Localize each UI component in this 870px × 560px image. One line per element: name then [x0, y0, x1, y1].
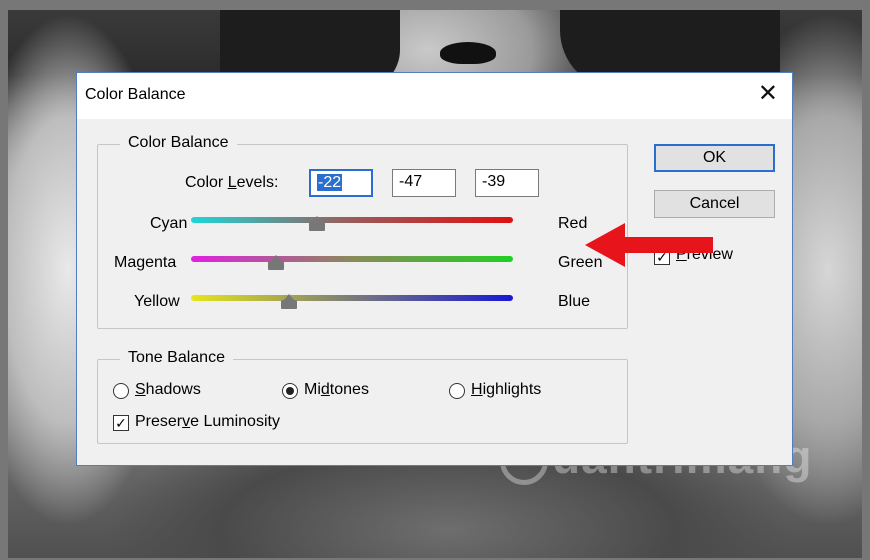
slider-blue-label: Blue: [558, 293, 591, 310]
tone-balance-group-label: Tone Balance: [120, 349, 233, 367]
title-bar: Color Balance ✕: [77, 73, 792, 119]
color-level-input-3[interactable]: -39: [475, 169, 539, 197]
slider-yellow-label: Yellow: [134, 293, 180, 310]
color-levels-label: Color Levels:: [185, 174, 279, 191]
photo-eye: [440, 42, 496, 64]
tone-balance-group: Tone Balance Shadows Midtones Highlights…: [97, 349, 628, 444]
shadows-radio[interactable]: [113, 383, 129, 399]
midtones-label[interactable]: Midtones: [304, 381, 369, 399]
cyan-red-slider-thumb[interactable]: [308, 216, 325, 231]
close-icon[interactable]: ✕: [758, 81, 778, 107]
preserve-luminosity-label[interactable]: Preserve Luminosity: [135, 413, 280, 431]
slider-red-label: Red: [558, 215, 588, 232]
yellow-blue-slider[interactable]: [191, 295, 513, 301]
slider-magenta-label: Magenta: [114, 254, 177, 271]
magenta-green-slider-thumb[interactable]: [268, 255, 285, 270]
cyan-red-slider[interactable]: [191, 217, 513, 223]
color-level-input-1[interactable]: -22: [309, 169, 373, 197]
color-balance-dialog: Color Balance ✕ Color Balance Color Leve…: [76, 72, 793, 466]
highlights-radio[interactable]: [449, 383, 465, 399]
slider-cyan-label: Cyan: [150, 215, 188, 232]
color-level-input-2[interactable]: -47: [392, 169, 456, 197]
cancel-button[interactable]: Cancel: [654, 190, 775, 218]
yellow-blue-slider-thumb[interactable]: [281, 294, 298, 309]
highlights-label[interactable]: Highlights: [471, 381, 541, 399]
magenta-green-slider[interactable]: [191, 256, 513, 262]
red-arrow-annotation: [585, 223, 713, 267]
shadows-label[interactable]: Shadows: [135, 381, 201, 399]
dialog-title: Color Balance: [85, 86, 186, 103]
preserve-luminosity-checkbox[interactable]: ✓: [113, 415, 129, 431]
midtones-radio[interactable]: [282, 383, 298, 399]
color-balance-group-label: Color Balance: [120, 134, 237, 152]
color-balance-group: Color Balance Color Levels: -22 -47 -39 …: [97, 134, 628, 329]
ok-button[interactable]: OK: [654, 144, 775, 172]
